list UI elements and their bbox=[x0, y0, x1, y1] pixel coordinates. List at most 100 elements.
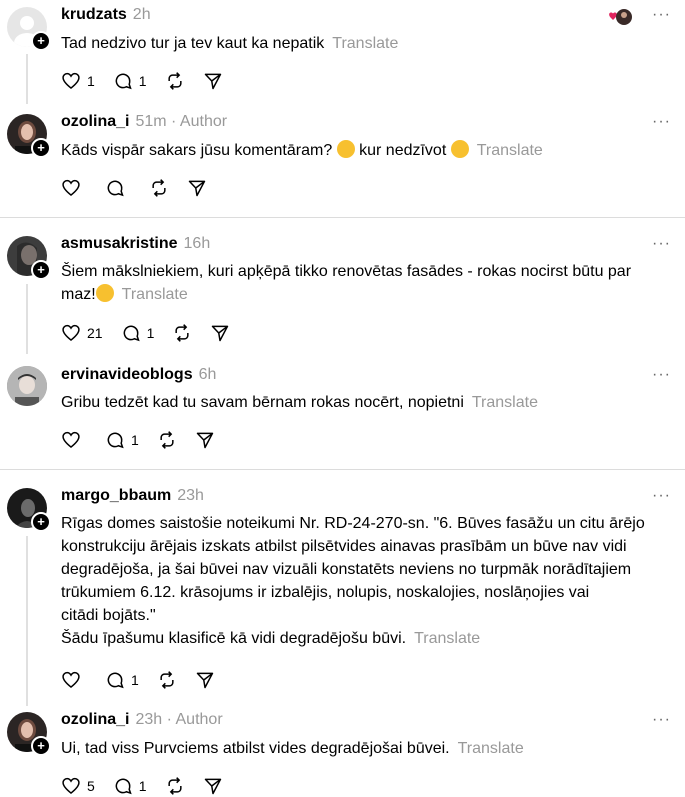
send-icon bbox=[196, 672, 214, 689]
comment-icon bbox=[115, 73, 132, 90]
timestamp: 6h bbox=[198, 366, 217, 383]
username[interactable]: krudzats bbox=[61, 6, 127, 23]
like-count: 1 bbox=[87, 73, 95, 89]
repost-icon bbox=[168, 777, 182, 795]
username[interactable]: ozolina_i bbox=[61, 711, 129, 728]
timestamp: 23h bbox=[135, 711, 163, 728]
timestamp: 2h bbox=[132, 6, 151, 23]
timestamp: 23h bbox=[177, 487, 204, 504]
repost-icon bbox=[160, 671, 174, 689]
follow-plus-icon[interactable]: + bbox=[31, 736, 51, 756]
reply-button[interactable]: 1 bbox=[105, 670, 139, 690]
repost-button[interactable] bbox=[149, 178, 169, 198]
repost-button[interactable] bbox=[165, 71, 185, 91]
more-options-icon[interactable]: ··· bbox=[652, 487, 671, 505]
more-options-icon[interactable]: ··· bbox=[652, 366, 671, 384]
comment-icon bbox=[123, 325, 140, 342]
like-button[interactable]: 1 bbox=[61, 71, 95, 91]
like-button[interactable]: 5 bbox=[61, 776, 95, 796]
more-options-icon[interactable]: ··· bbox=[652, 113, 671, 131]
like-button[interactable] bbox=[61, 430, 87, 450]
reply-button[interactable]: 1 bbox=[121, 323, 155, 343]
reply-count: 1 bbox=[138, 778, 147, 794]
repost-button[interactable] bbox=[172, 323, 192, 343]
heart-icon bbox=[62, 324, 80, 342]
thread-line bbox=[26, 54, 28, 104]
thread-line bbox=[26, 284, 28, 354]
heart-icon bbox=[62, 777, 80, 795]
follow-plus-icon[interactable]: + bbox=[31, 512, 51, 532]
reply-button[interactable]: 1 bbox=[113, 776, 147, 796]
repost-button[interactable] bbox=[165, 776, 185, 796]
like-count: 5 bbox=[87, 778, 95, 794]
repost-button[interactable] bbox=[157, 670, 177, 690]
timestamp: 51m bbox=[135, 113, 167, 130]
like-button[interactable] bbox=[61, 178, 87, 198]
heart-icon bbox=[62, 431, 80, 449]
send-icon bbox=[188, 180, 206, 197]
send-icon bbox=[196, 432, 214, 449]
heart-icon bbox=[62, 671, 80, 689]
more-options-icon[interactable]: ··· bbox=[652, 235, 671, 253]
post-actions: 1 bbox=[61, 669, 233, 691]
follow-plus-icon[interactable]: + bbox=[31, 260, 51, 280]
translate-link[interactable]: Translate bbox=[477, 142, 543, 159]
divider bbox=[0, 469, 685, 470]
username[interactable]: asmusakristine bbox=[61, 235, 178, 252]
post-text: Tad nedzivo tur ja tev kaut ka nepatik Tr… bbox=[61, 35, 399, 52]
post-actions: 5 1 bbox=[61, 775, 241, 797]
timestamp: 16h bbox=[183, 235, 211, 252]
translate-link[interactable]: Translate bbox=[332, 35, 398, 52]
reply-count: 1 bbox=[146, 325, 155, 341]
repost-icon bbox=[175, 324, 189, 342]
face-emoji-icon bbox=[95, 284, 114, 302]
username[interactable]: ozolina_i bbox=[61, 113, 129, 130]
share-button[interactable] bbox=[203, 776, 223, 796]
more-options-icon[interactable]: ··· bbox=[652, 711, 671, 729]
post-actions bbox=[61, 177, 225, 199]
share-button[interactable] bbox=[187, 178, 207, 198]
divider bbox=[0, 217, 685, 218]
reply-count: 1 bbox=[131, 672, 139, 688]
thread-line bbox=[26, 536, 28, 706]
repost-icon bbox=[168, 72, 182, 90]
rofl-emoji-icon bbox=[336, 140, 355, 158]
like-count: 21 bbox=[87, 325, 103, 341]
repost-icon bbox=[152, 179, 166, 197]
post-text: Šiem mākslniekiem, kuri apķēpā tikko ren… bbox=[61, 263, 632, 303]
like-button[interactable] bbox=[61, 670, 87, 690]
translate-link[interactable]: Translate bbox=[472, 394, 538, 411]
heart-icon bbox=[62, 179, 80, 197]
post-text: Gribu tedzēt kad tu savam bērnam rokas n… bbox=[61, 394, 538, 411]
follow-plus-icon[interactable]: + bbox=[31, 31, 51, 51]
repost-icon bbox=[160, 431, 174, 449]
username[interactable]: margo_bbaum bbox=[61, 487, 171, 504]
reply-button[interactable]: 1 bbox=[105, 430, 139, 450]
username[interactable]: ervinavideoblogs bbox=[61, 366, 193, 383]
share-button[interactable] bbox=[203, 71, 223, 91]
comment-icon bbox=[107, 180, 124, 197]
comment-icon bbox=[115, 778, 132, 795]
avatar[interactable] bbox=[7, 366, 47, 406]
translate-link[interactable]: Translate bbox=[122, 286, 188, 303]
share-button[interactable] bbox=[195, 430, 215, 450]
send-icon bbox=[204, 778, 221, 795]
send-icon bbox=[204, 73, 221, 90]
follow-plus-icon[interactable]: + bbox=[31, 138, 51, 158]
like-button[interactable]: 21 bbox=[61, 323, 103, 343]
author-badge: · Author bbox=[171, 113, 228, 130]
post-text: Ui, tad viss Purvciems atbilst vides deg… bbox=[61, 740, 524, 757]
reply-button[interactable]: 1 bbox=[113, 71, 147, 91]
reply-count: 1 bbox=[138, 73, 147, 89]
share-button[interactable] bbox=[195, 670, 215, 690]
share-button[interactable] bbox=[210, 323, 230, 343]
reply-count: 1 bbox=[131, 432, 139, 448]
comment-icon bbox=[107, 672, 124, 689]
reply-button[interactable] bbox=[105, 178, 131, 198]
post-actions: 1 1 bbox=[61, 70, 241, 92]
repost-button[interactable] bbox=[157, 430, 177, 450]
translate-link[interactable]: Translate bbox=[458, 740, 524, 757]
author-badge: · Author bbox=[166, 711, 223, 728]
more-options-icon[interactable]: ··· bbox=[652, 6, 671, 24]
translate-link[interactable]: Translate bbox=[414, 630, 480, 647]
